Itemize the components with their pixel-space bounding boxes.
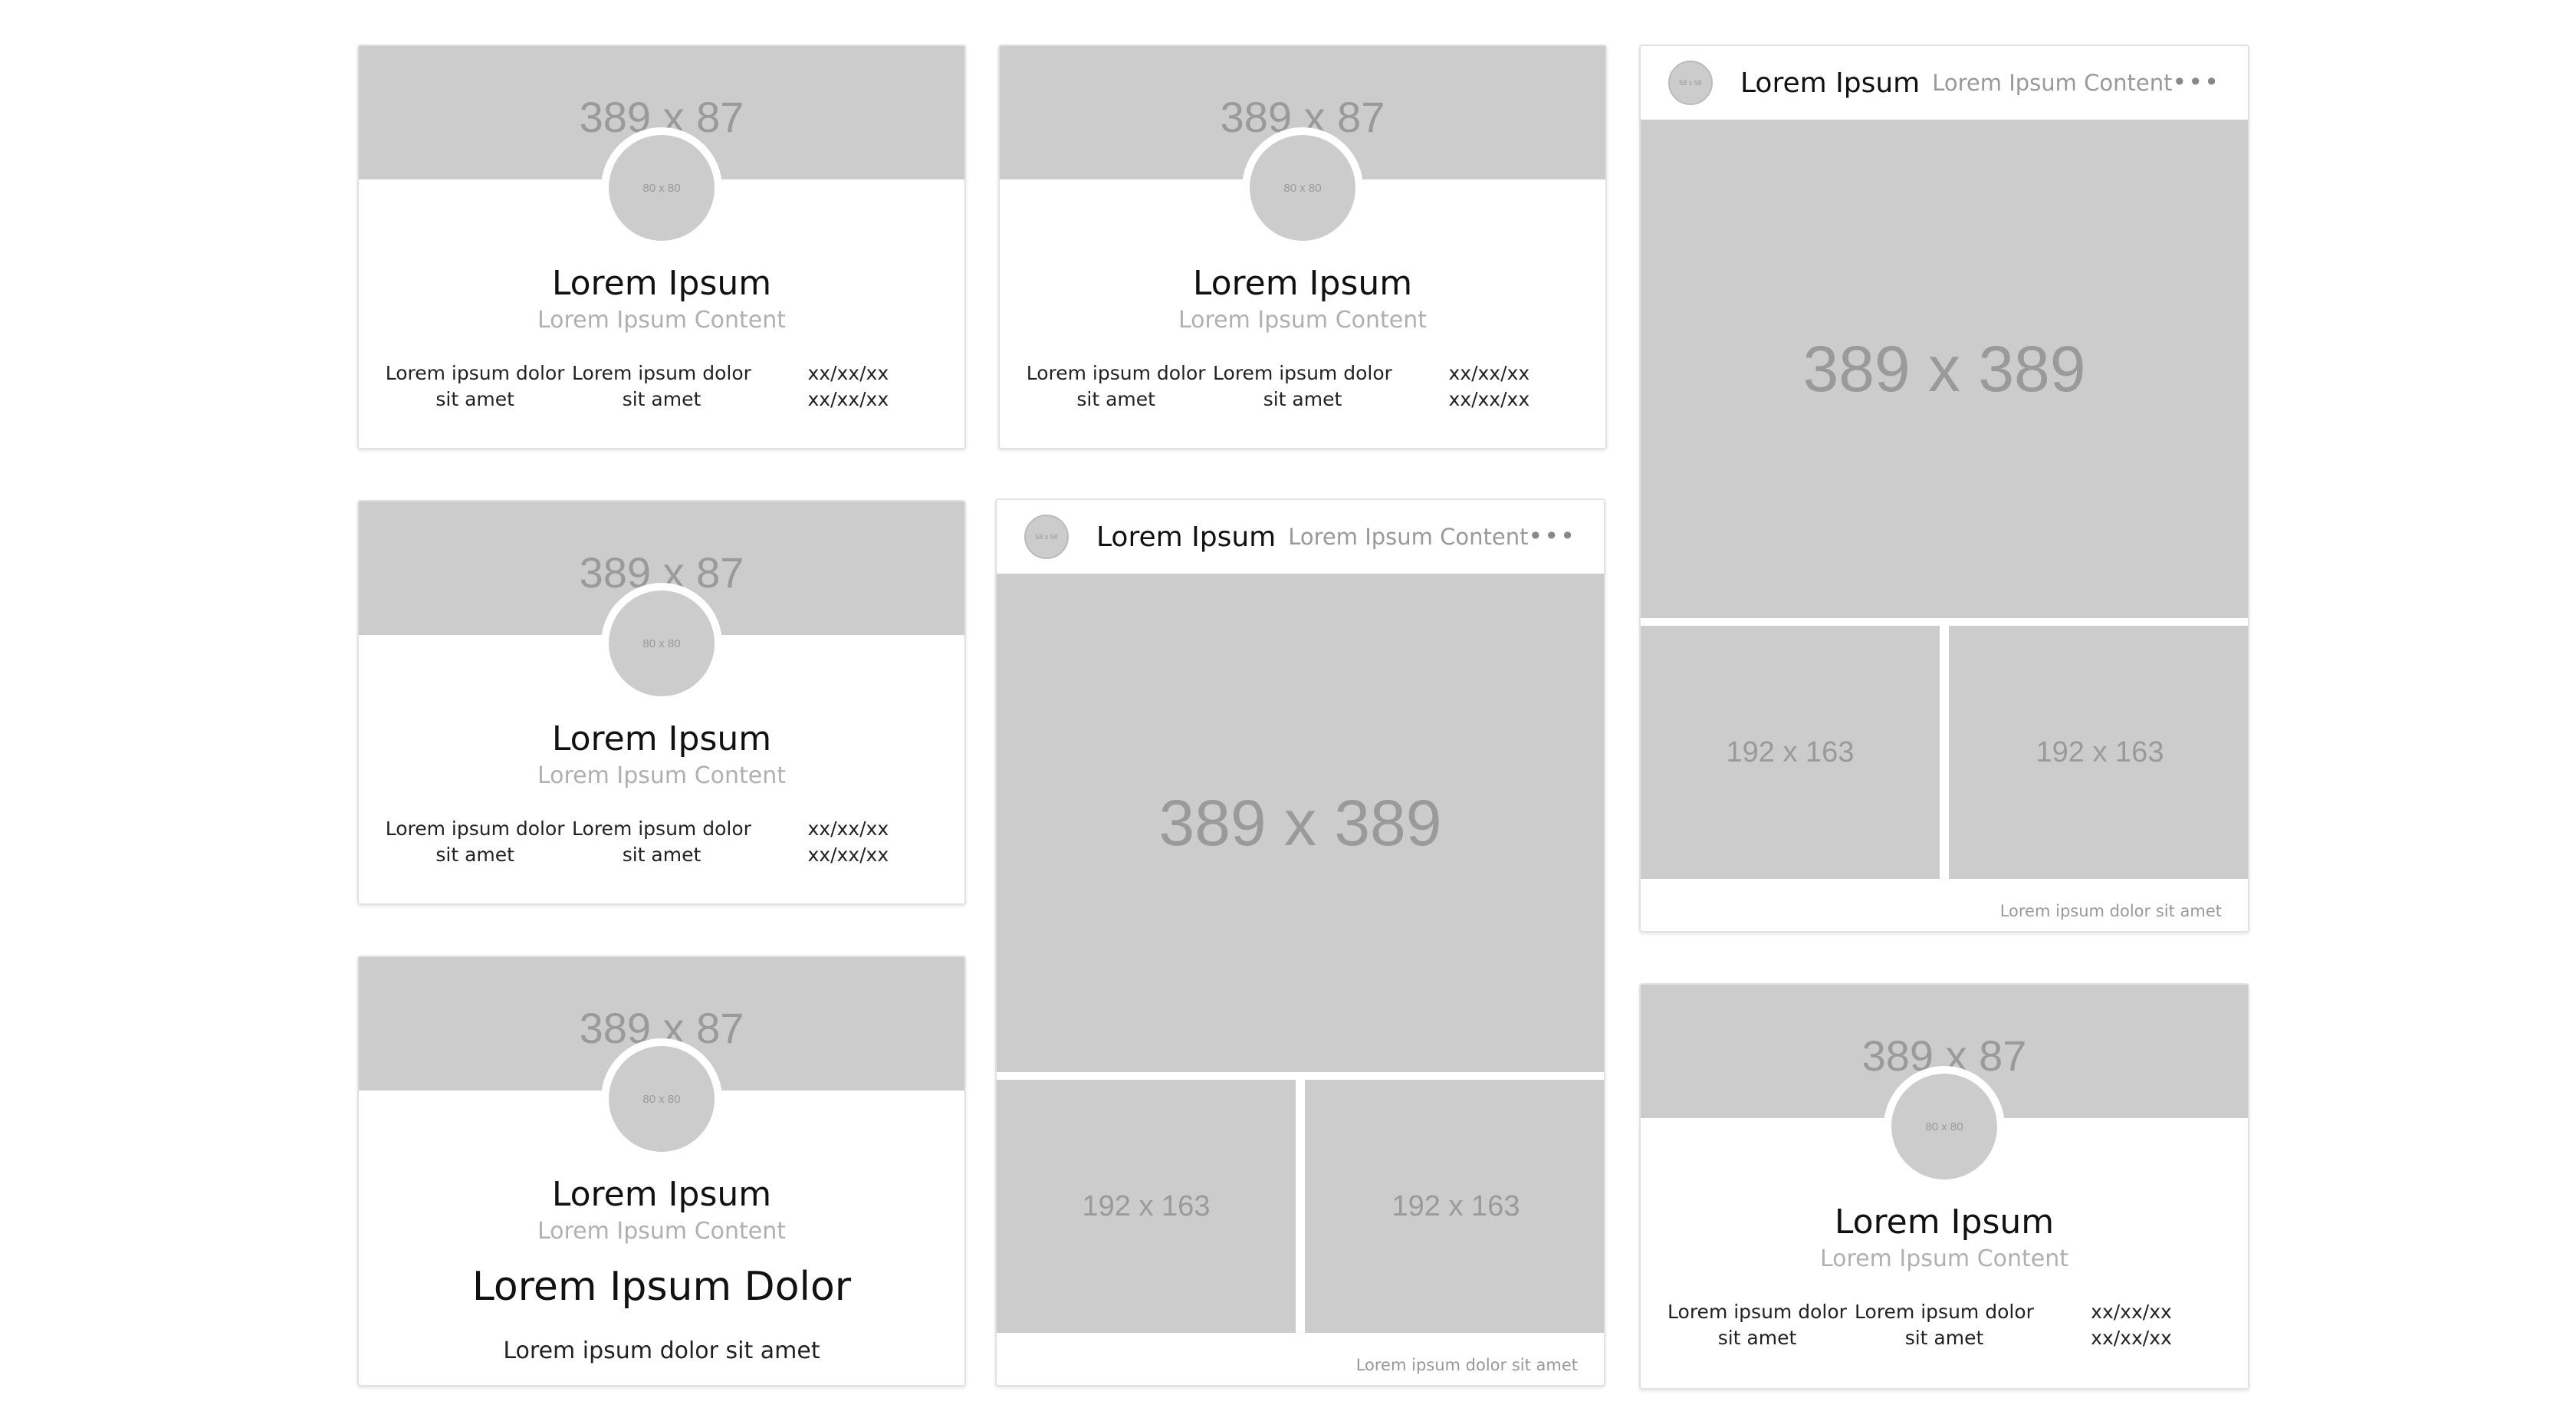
profile-subtitle: Lorem Ipsum Content [537, 762, 787, 789]
post-header: 58 x 58 Lorem Ipsum Lorem Ipsum Content … [997, 500, 1604, 574]
profile-name: Lorem Ipsum [1834, 1202, 2055, 1242]
stat-text: Lorem ipsum dolor sit amet [385, 362, 565, 410]
post-avatar[interactable]: 58 x 58 [1024, 515, 1069, 559]
profile-subtitle: Lorem Ipsum Content [537, 1218, 787, 1245]
stat-text: Lorem ipsum dolor sit amet [385, 817, 565, 866]
profile-description: Lorem ipsum dolor sit amet [503, 1337, 820, 1364]
profile-stats: Lorem ipsum dolor sit amet Lorem ipsum d… [1023, 360, 1582, 413]
more-icon[interactable]: ••• [1528, 521, 1576, 551]
profile-card: 389 x 87 80 x 80 Lorem Ipsum Lorem Ipsum… [357, 500, 966, 905]
avatar-image: 80 x 80 [609, 1046, 715, 1152]
profile-stats: Lorem ipsum dolor sit amet Lorem ipsum d… [1664, 1299, 2225, 1351]
stat-dates: xx/xx/xx xx/xx/xx [2091, 1301, 2172, 1349]
profile-card: 389 x 87 80 x 80 Lorem Ipsum Lorem Ipsum… [1639, 983, 2249, 1390]
post-caption: Lorem ipsum dolor sit amet [1355, 1356, 1578, 1374]
post-author[interactable]: Lorem Ipsum [1740, 67, 1920, 99]
avatar-image: 80 x 80 [1891, 1074, 1997, 1179]
avatar-image: 80 x 80 [1250, 135, 1355, 241]
profile-card: 389 x 87 80 x 80 Lorem Ipsum Lorem Ipsum… [357, 44, 966, 449]
avatar[interactable]: 80 x 80 [1884, 1066, 2005, 1187]
stat-text: Lorem ipsum dolor sit amet [572, 362, 751, 410]
profile-subtitle: Lorem Ipsum Content [1819, 1245, 2069, 1272]
post-subtitle: Lorem Ipsum Content [1288, 524, 1529, 550]
avatar[interactable]: 80 x 80 [601, 583, 722, 704]
post-avatar[interactable]: 58 x 58 [1668, 61, 1713, 105]
profile-heading: Lorem Ipsum Dolor [472, 1264, 852, 1310]
profile-stats: Lorem ipsum dolor sit amet Lorem ipsum d… [382, 816, 941, 868]
profile-name: Lorem Ipsum [551, 1175, 772, 1214]
avatar[interactable]: 80 x 80 [601, 1038, 722, 1160]
profile-name: Lorem Ipsum [1192, 264, 1413, 303]
profile-name: Lorem Ipsum [551, 719, 772, 758]
post-subtitle: Lorem Ipsum Content [1932, 70, 2173, 96]
post-caption: Lorem ipsum dolor sit amet [1999, 902, 2222, 920]
post-author[interactable]: Lorem Ipsum [1096, 521, 1276, 553]
post-image-small[interactable]: 192 x 163 [1949, 626, 2248, 879]
post-image-small[interactable]: 192 x 163 [997, 1080, 1296, 1333]
stat-text: Lorem ipsum dolor sit amet [572, 817, 751, 866]
stat-text: Lorem ipsum dolor sit amet [1213, 362, 1392, 410]
avatar[interactable]: 80 x 80 [601, 127, 722, 248]
stat-text: Lorem ipsum dolor sit amet [1855, 1301, 2034, 1349]
post-image-main[interactable]: 389 x 389 [1641, 120, 2248, 618]
stat-dates: xx/xx/xx xx/xx/xx [807, 362, 889, 410]
stat-dates: xx/xx/xx xx/xx/xx [807, 817, 889, 866]
avatar[interactable]: 80 x 80 [1242, 127, 1363, 248]
post-image-main[interactable]: 389 x 389 [997, 574, 1604, 1072]
more-icon[interactable]: ••• [2172, 67, 2220, 97]
profile-card: 389 x 87 80 x 80 Lorem Ipsum Lorem Ipsum… [998, 44, 1607, 449]
profile-name: Lorem Ipsum [551, 264, 772, 303]
avatar-image: 80 x 80 [609, 135, 715, 241]
profile-subtitle: Lorem Ipsum Content [1178, 307, 1428, 334]
post-image-small[interactable]: 192 x 163 [1305, 1080, 1604, 1333]
post-card: 58 x 58 Lorem Ipsum Lorem Ipsum Content … [995, 498, 1605, 1387]
post-card: 58 x 58 Lorem Ipsum Lorem Ipsum Content … [1639, 44, 2249, 933]
stat-dates: xx/xx/xx xx/xx/xx [1448, 362, 1530, 410]
profile-subtitle: Lorem Ipsum Content [537, 307, 787, 334]
stat-text: Lorem ipsum dolor sit amet [1026, 362, 1206, 410]
profile-stats: Lorem ipsum dolor sit amet Lorem ipsum d… [382, 360, 941, 413]
avatar-image: 80 x 80 [609, 591, 715, 696]
stat-text: Lorem ipsum dolor sit amet [1668, 1301, 1847, 1349]
profile-card-alt: 389 x 87 80 x 80 Lorem Ipsum Lorem Ipsum… [357, 956, 966, 1387]
post-image-small[interactable]: 192 x 163 [1641, 626, 1940, 879]
post-header: 58 x 58 Lorem Ipsum Lorem Ipsum Content … [1641, 46, 2248, 120]
